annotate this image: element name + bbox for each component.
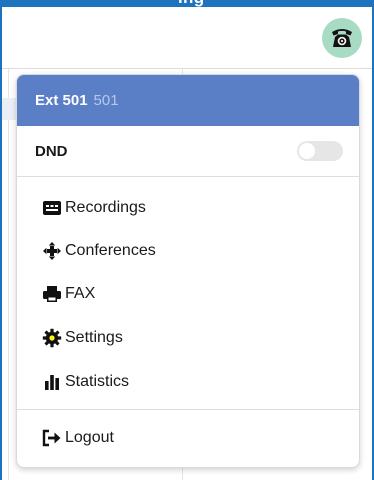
frame-left-border [0,7,2,480]
menu-item-conferences[interactable]: Conferences [17,231,359,271]
extension-number: 501 [93,92,119,109]
menu-item-label: Settings [65,329,123,346]
extension-header: Ext 501 501 [17,75,359,126]
dnd-row: DND [17,126,359,176]
toggle-knob [299,143,315,159]
telephone-icon [332,29,352,47]
menu-divider [17,176,359,177]
extension-label: Ext 501 [35,92,88,109]
recordings-icon [42,198,62,218]
statistics-icon [42,372,62,392]
menu-item-statistics[interactable]: Statistics [17,362,359,402]
menu-item-label: Recordings [65,199,146,216]
header-divider [2,68,372,69]
menu-item-label: FAX [65,285,96,302]
dnd-toggle[interactable] [297,141,343,161]
menu-item-label: Conferences [65,242,156,259]
gear-icon [42,328,62,348]
logout-button[interactable]: Logout [17,418,359,458]
menu-item-recordings[interactable]: Recordings [17,188,359,228]
phone-avatar-button[interactable] [322,18,362,58]
logout-icon [42,428,62,448]
background-row-shade [2,98,16,120]
menu-item-settings[interactable]: Settings [17,318,359,358]
fax-icon [42,284,62,304]
menu-item-fax[interactable]: FAX [17,274,359,314]
dnd-label: DND [35,142,68,160]
menu-item-label: Statistics [65,373,130,390]
app-title: ing [178,0,204,7]
logout-label: Logout [65,429,114,446]
user-dropdown-menu: Ext 501 501 DND Recordings Conferences F… [16,74,360,468]
conferences-icon [42,241,62,261]
background-column-line [8,69,9,480]
app-top-bar: ing [0,0,374,7]
menu-divider [17,409,359,410]
